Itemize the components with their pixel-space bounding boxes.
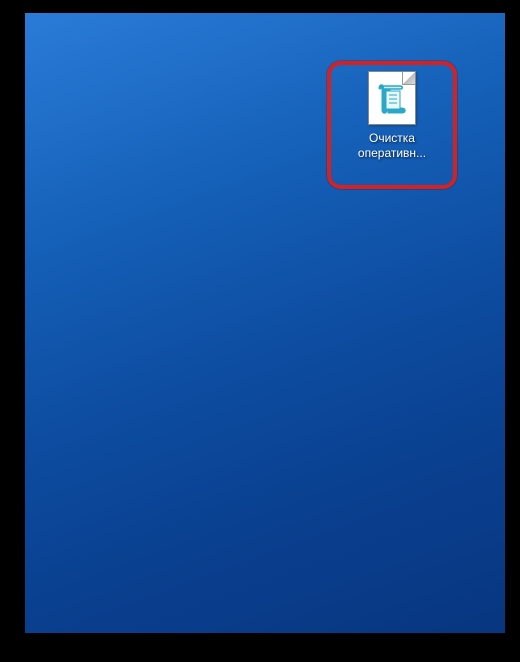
vbs-script-file-icon [368,71,416,125]
desktop-background[interactable]: Очистка оперативн... [25,13,505,633]
desktop-icon-label: Очистка оперативн... [358,131,426,161]
icon-label-line2: оперативн... [358,146,426,160]
scroll-icon [374,82,410,118]
desktop-icon-script[interactable]: Очистка оперативн... [340,71,444,161]
icon-label-line1: Очистка [369,131,415,145]
